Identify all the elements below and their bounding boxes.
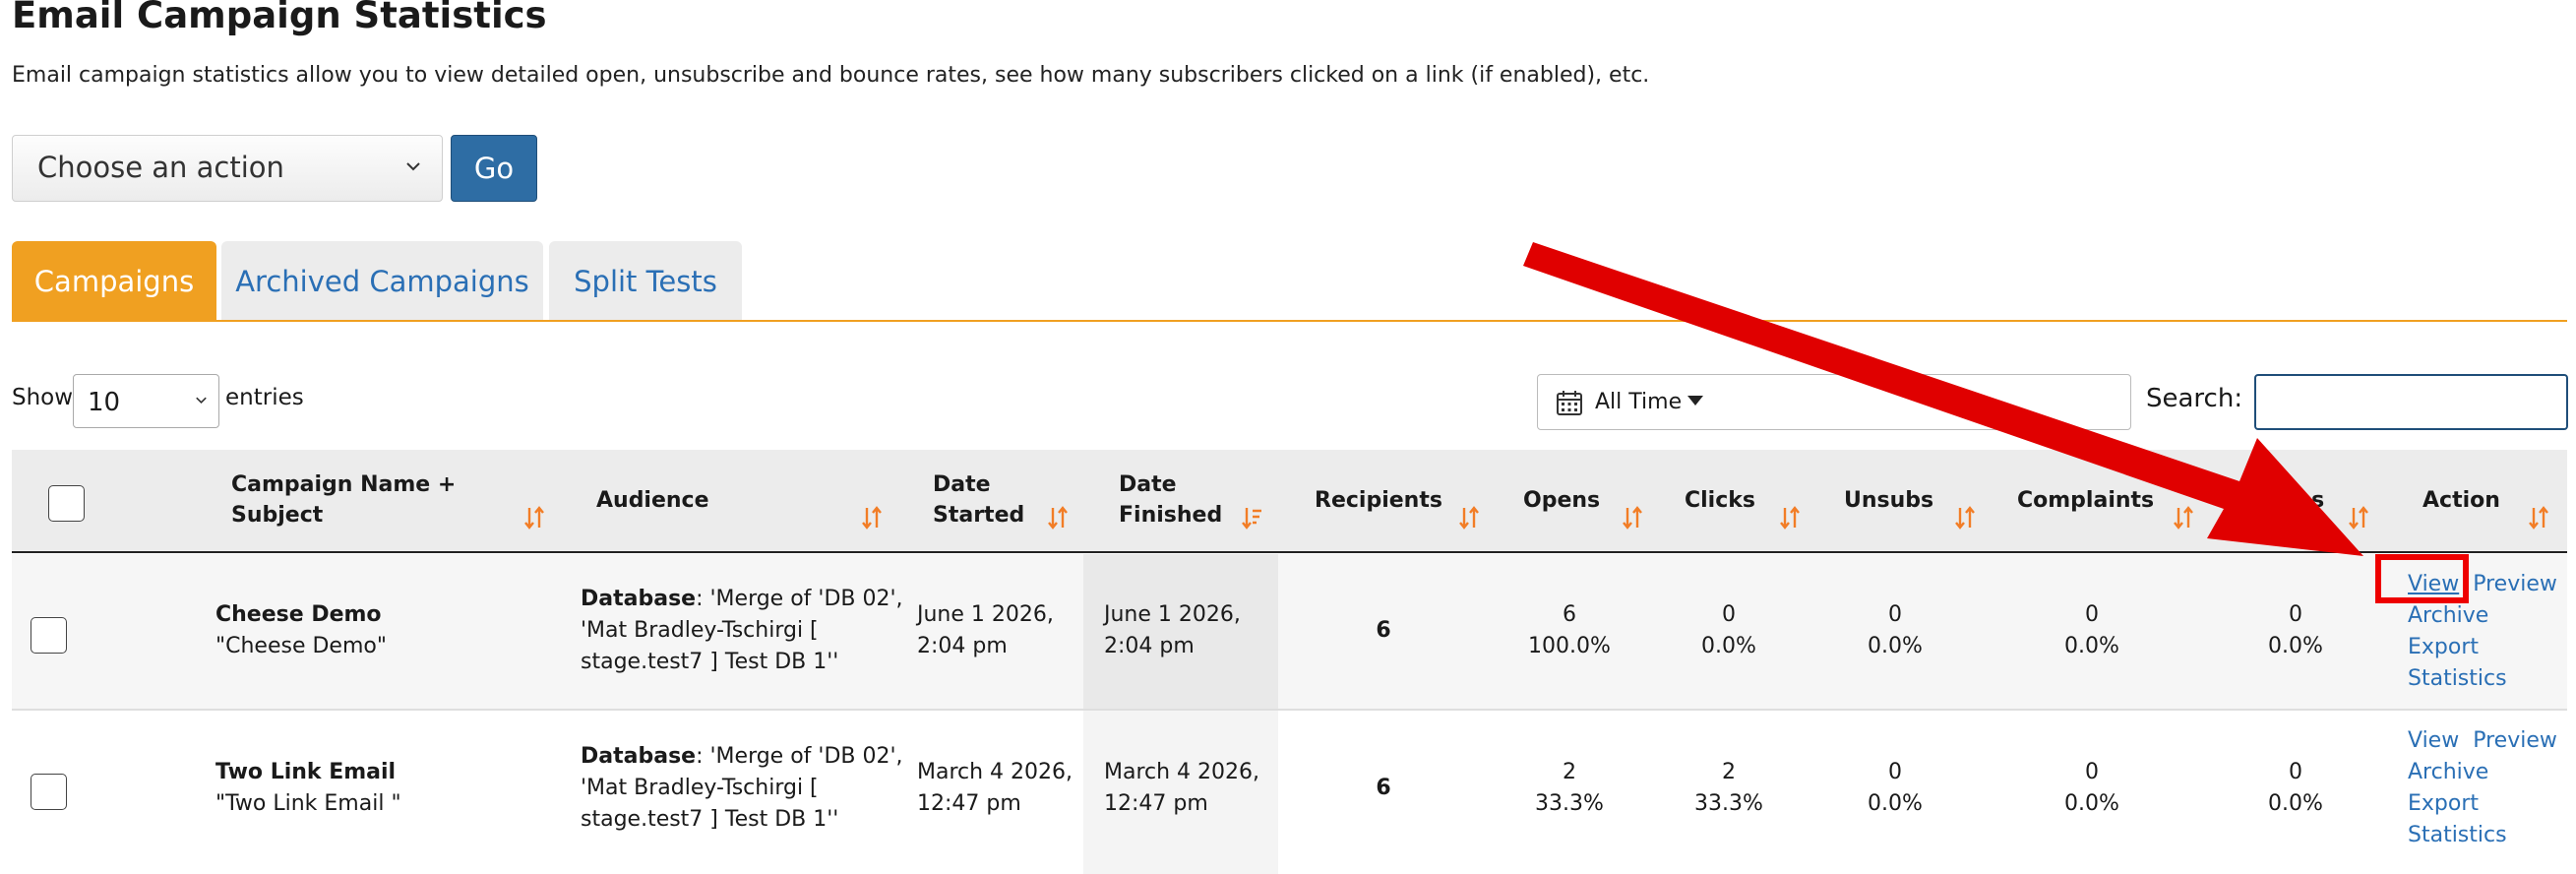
col-date-started[interactable]: Date Started	[933, 469, 1024, 531]
bounces-cell: 0 0.0%	[2268, 760, 2323, 816]
sort-icon[interactable]	[523, 505, 545, 531]
audience-cell: Database: 'Merge of 'DB 02', 'Mat Bradle…	[581, 587, 903, 674]
recipients-cell: 6	[1376, 618, 1391, 643]
archive-link[interactable]: Archive	[2408, 757, 2488, 788]
go-button[interactable]: Go	[451, 135, 537, 202]
table-row	[12, 554, 2567, 709]
entries-select[interactable]: 10	[73, 374, 219, 428]
complaints-cell: 0 0.0%	[2064, 760, 2119, 816]
clicks-cell: 0 0.0%	[1701, 602, 1756, 658]
clicks-cell: 2 33.3%	[1694, 760, 1763, 816]
sort-icon[interactable]	[1458, 505, 1480, 531]
campaign-name-cell: Cheese Demo "Cheese Demo"	[215, 599, 387, 662]
chevron-down-icon	[196, 397, 207, 404]
row-checkbox[interactable]	[31, 617, 67, 654]
page-title: Email Campaign Statistics	[12, 0, 547, 36]
annotation-highlight-box	[2375, 554, 2469, 603]
col-action: Action	[2423, 488, 2500, 513]
select-all-checkbox[interactable]	[48, 485, 85, 522]
action-cell: View Preview Archive Export Statistics	[2408, 725, 2557, 851]
audience-cell: Database: 'Merge of 'DB 02', 'Mat Bradle…	[581, 744, 903, 832]
entries-label: entries	[225, 385, 304, 410]
sort-icon[interactable]	[2528, 505, 2549, 531]
complaints-cell: 0 0.0%	[2064, 602, 2119, 658]
col-date-finished[interactable]: Date Finished	[1119, 469, 1222, 531]
bulk-action-select[interactable]: Choose an action	[12, 135, 443, 202]
view-link[interactable]: View	[2408, 725, 2459, 757]
col-campaign-name[interactable]: Campaign Name + Subject	[231, 469, 456, 531]
export-link[interactable]: Export	[2408, 788, 2479, 820]
export-link[interactable]: Export	[2408, 632, 2479, 663]
bounces-cell: 0 0.0%	[2268, 602, 2323, 658]
opens-cell: 2 33.3%	[1535, 760, 1604, 816]
unsubs-cell: 0 0.0%	[1868, 602, 1923, 658]
sort-icon[interactable]	[1047, 505, 1069, 531]
unsubs-cell: 0 0.0%	[1868, 760, 1923, 816]
col-audience[interactable]: Audience	[596, 485, 709, 516]
chevron-down-icon	[406, 162, 420, 171]
date-started-cell: June 1 2026, 2:04 pm	[917, 602, 1054, 658]
show-label: Show	[12, 385, 74, 410]
col-recipients[interactable]: Recipients	[1315, 485, 1442, 516]
sort-desc-icon[interactable]	[1241, 505, 1262, 531]
preview-link[interactable]: Preview	[2473, 569, 2557, 600]
tab-split-tests[interactable]: Split Tests	[549, 241, 742, 322]
tab-archived-campaigns[interactable]: Archived Campaigns	[221, 241, 543, 322]
campaign-name: Two Link Email	[215, 760, 397, 784]
campaign-name: Cheese Demo	[215, 602, 382, 627]
page-description: Email campaign statistics allow you to v…	[12, 63, 1650, 88]
annotation-arrow	[1523, 242, 2363, 556]
row-checkbox[interactable]	[31, 774, 67, 810]
recipients-cell: 6	[1376, 776, 1391, 800]
preview-link[interactable]: Preview	[2473, 725, 2557, 757]
archive-link[interactable]: Archive	[2408, 600, 2488, 632]
date-finished-cell: March 4 2026, 12:47 pm	[1104, 760, 1260, 816]
bulk-action-value: Choose an action	[37, 151, 284, 184]
campaign-subject: "Cheese Demo"	[215, 634, 387, 658]
tab-campaigns[interactable]: Campaigns	[12, 241, 216, 322]
sort-icon[interactable]	[861, 505, 883, 531]
date-finished-cell: June 1 2026, 2:04 pm	[1104, 602, 1241, 658]
campaign-name-cell: Two Link Email "Two Link Email "	[215, 757, 401, 820]
date-started-cell: March 4 2026, 12:47 pm	[917, 760, 1073, 816]
entries-value: 10	[88, 388, 121, 417]
statistics-link[interactable]: Statistics	[2408, 820, 2507, 851]
campaign-subject: "Two Link Email "	[215, 791, 401, 816]
statistics-link[interactable]: Statistics	[2408, 663, 2507, 695]
opens-cell: 6 100.0%	[1528, 602, 1611, 658]
